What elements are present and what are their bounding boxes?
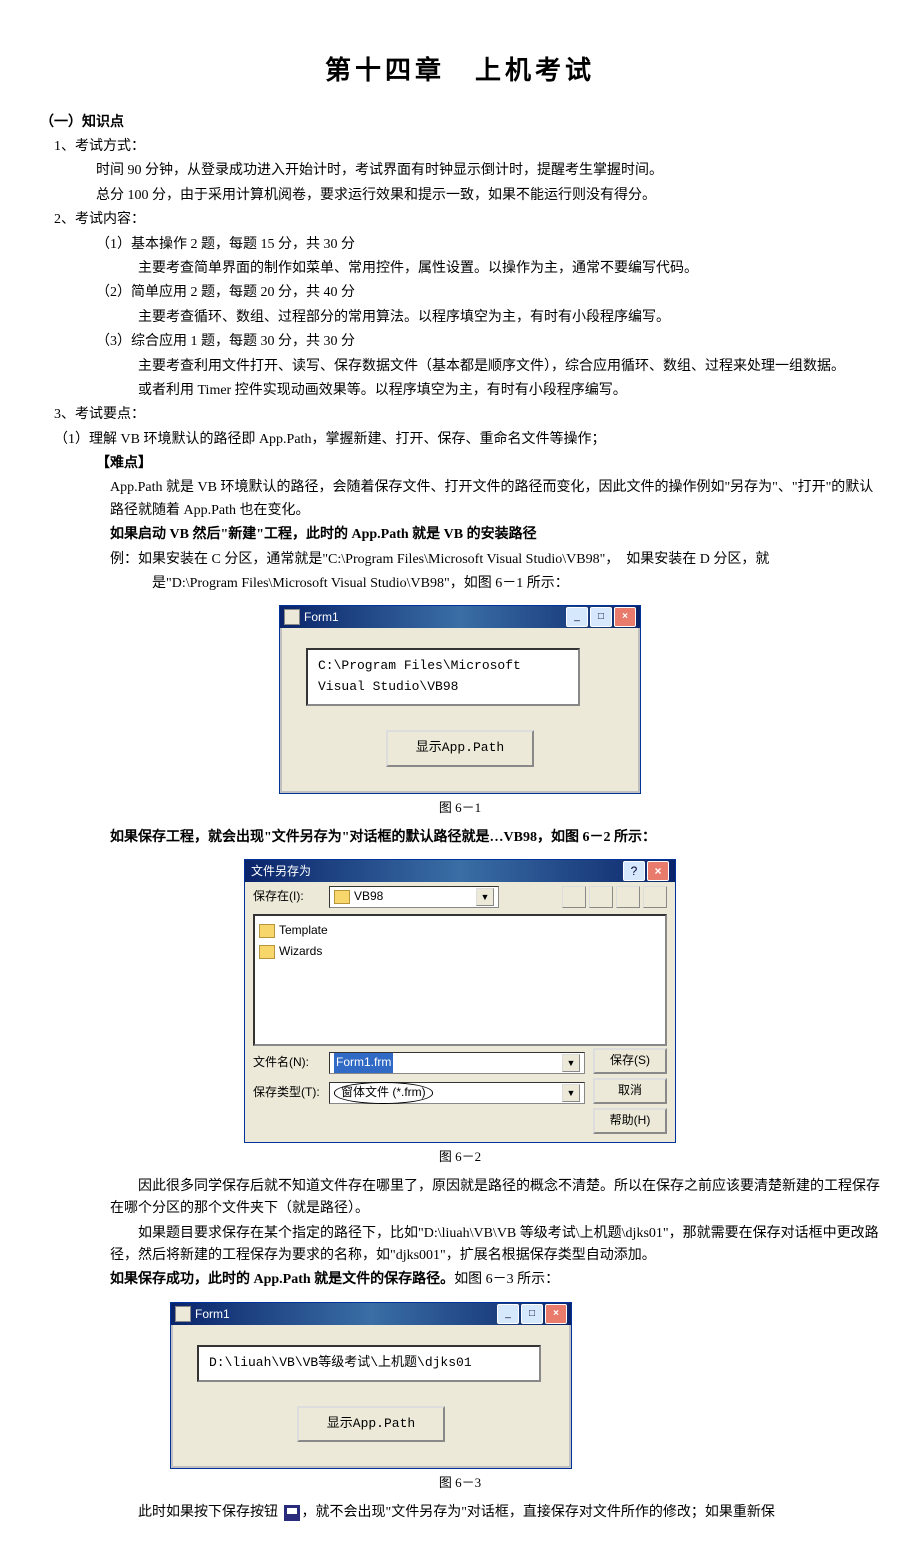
minimize-icon[interactable]: _ bbox=[497, 1304, 519, 1324]
figure-6-3: Form1 _ □ × D:\liuah\VB\VB等级考试\上机题\djks0… bbox=[40, 1302, 880, 1470]
after-fig1-text: 如果保存工程，就会出现"文件另存为"对话框的默认路径就是…VB98，如图 6－2… bbox=[40, 827, 880, 849]
chevron-down-icon[interactable]: ▼ bbox=[562, 1084, 580, 1102]
bold-note-2: 如果保存成功，此时的 App.Path 就是文件的保存路径。如图 6－3 所示： bbox=[40, 1269, 880, 1291]
save-icon bbox=[284, 1505, 300, 1521]
paragraph-after-fig2-1: 因此很多同学保存后就不知道文件存在哪里了，原因就是路径的概念不清楚。所以在保存之… bbox=[40, 1176, 880, 1221]
item-2-sub2-desc: 主要考查循环、数组、过程部分的常用算法。以程序填空为主，有时有小段程序编写。 bbox=[40, 307, 880, 329]
save-button[interactable]: 保存(S) bbox=[593, 1048, 667, 1074]
maximize-icon[interactable]: □ bbox=[521, 1304, 543, 1324]
item-2-sub1: （1）基本操作 2 题，每题 15 分，共 30 分 bbox=[40, 234, 880, 256]
section-1-heading: （一）知识点 bbox=[40, 112, 880, 134]
show-app-path-button[interactable]: 显示App.Path bbox=[297, 1406, 445, 1443]
back-button[interactable] bbox=[562, 886, 586, 908]
filetype-dropdown[interactable]: 窗体文件 (*.frm) ▼ bbox=[329, 1082, 585, 1104]
last-text-b: ，就不会出现"文件另存为"对话框，直接保存对文件所作的修改；如果重新保 bbox=[302, 1505, 775, 1520]
figure-6-2-caption: 图 6－2 bbox=[40, 1147, 880, 1168]
minimize-icon[interactable]: _ bbox=[566, 607, 588, 627]
item-2-sub3-desc-2: 或者利用 Timer 控件实现动画效果等。以程序填空为主，有时有小段程序编写。 bbox=[40, 380, 880, 402]
up-folder-button[interactable] bbox=[589, 886, 613, 908]
example-1a: 例：如果安装在 C 分区，通常就是"C:\Program Files\Micro… bbox=[40, 549, 880, 571]
form-icon bbox=[284, 609, 300, 625]
difficulty-heading: 【难点】 bbox=[40, 453, 880, 475]
last-paragraph: 此时如果按下保存按钮 ，就不会出现"文件另存为"对话框，直接保存对文件所作的修改… bbox=[40, 1502, 880, 1524]
filename-input[interactable]: Form1.frm ▼ bbox=[329, 1052, 585, 1074]
list-item[interactable]: Wizards bbox=[259, 941, 661, 962]
list-item-label: Wizards bbox=[279, 942, 322, 961]
figure-6-3-caption: 图 6－3 bbox=[40, 1473, 880, 1494]
item-2-sub3: （3）综合应用 1 题，每题 30 分，共 30 分 bbox=[40, 331, 880, 353]
item-2-sub3-desc-1: 主要考查利用文件打开、读写、保存数据文件（基本都是顺序文件），综合应用循环、数组… bbox=[40, 356, 880, 378]
filetype-value: 窗体文件 (*.frm) bbox=[334, 1082, 433, 1103]
bold-note-2-tail: 如图 6－3 所示： bbox=[454, 1272, 559, 1287]
textbox-line-1: C:\Program Files\Microsoft bbox=[318, 656, 568, 677]
filetype-label: 保存类型(T): bbox=[253, 1083, 323, 1102]
app-path-textbox[interactable]: D:\liuah\VB\VB等级考试\上机题\djks01 bbox=[197, 1345, 541, 1382]
folder-icon bbox=[259, 945, 275, 959]
close-icon[interactable]: × bbox=[647, 861, 669, 881]
maximize-icon[interactable]: □ bbox=[590, 607, 612, 627]
new-folder-button[interactable] bbox=[616, 886, 640, 908]
app-path-textbox[interactable]: C:\Program Files\Microsoft Visual Studio… bbox=[306, 648, 580, 706]
item-2-sub1-desc: 主要考查简单界面的制作如菜单、常用控件，属性设置。以操作为主，通常不要编写代码。 bbox=[40, 258, 880, 280]
form-icon bbox=[175, 1306, 191, 1322]
list-item-label: Template bbox=[279, 921, 328, 940]
item-2-heading: 2、考试内容： bbox=[40, 209, 880, 231]
figure-6-1-caption: 图 6－1 bbox=[40, 798, 880, 819]
item-1-line-2: 总分 100 分，由于采用计算机阅卷，要求运行效果和提示一致，如果不能运行则没有… bbox=[40, 185, 880, 207]
item-3-line-1: （1）理解 VB 环境默认的路径即 App.Path，掌握新建、打开、保存、重命… bbox=[40, 429, 880, 451]
help-button[interactable]: 帮助(H) bbox=[593, 1108, 667, 1134]
item-3-heading: 3、考试要点： bbox=[40, 404, 880, 426]
help-icon[interactable]: ? bbox=[623, 861, 645, 881]
textbox-line-2: Visual Studio\VB98 bbox=[318, 677, 568, 698]
form1-title: Form1 bbox=[304, 606, 339, 628]
item-1-line-1: 时间 90 分钟，从登录成功进入开始计时，考试界面有时钟显示倒计时，提醒考生掌握… bbox=[40, 160, 880, 182]
folder-icon bbox=[259, 924, 275, 938]
close-icon[interactable]: × bbox=[614, 607, 636, 627]
form3-titlebar[interactable]: Form1 _ □ × bbox=[171, 1303, 571, 1325]
figure-6-2: 文件另存为 ? × 保存在(I): VB98 ▼ Templa bbox=[40, 859, 880, 1143]
saveas-titlebar[interactable]: 文件另存为 ? × bbox=[245, 860, 675, 882]
save-in-label: 保存在(I): bbox=[253, 887, 323, 906]
filename-value: Form1.frm bbox=[334, 1053, 393, 1072]
last-text-a: 此时如果按下保存按钮 bbox=[138, 1505, 282, 1520]
saveas-title: 文件另存为 bbox=[251, 860, 311, 882]
folder-icon bbox=[334, 890, 350, 904]
form1-titlebar[interactable]: Form1 _ □ × bbox=[280, 606, 640, 628]
chevron-down-icon[interactable]: ▼ bbox=[476, 888, 494, 906]
bold-note-2-strong: 如果保存成功，此时的 App.Path 就是文件的保存路径。 bbox=[110, 1272, 454, 1287]
example-1b: 是"D:\Program Files\Microsoft Visual Stud… bbox=[40, 573, 880, 595]
form3-title: Form1 bbox=[195, 1303, 230, 1325]
show-app-path-button[interactable]: 显示App.Path bbox=[386, 730, 534, 767]
view-menu-button[interactable] bbox=[643, 886, 667, 908]
cancel-button[interactable]: 取消 bbox=[593, 1078, 667, 1104]
difficulty-para-1: App.Path 就是 VB 环境默认的路径，会随着保存文件、打开文件的路径而变… bbox=[40, 477, 880, 522]
save-in-dropdown[interactable]: VB98 ▼ bbox=[329, 886, 499, 908]
filename-label: 文件名(N): bbox=[253, 1053, 323, 1072]
save-in-value: VB98 bbox=[354, 887, 383, 906]
bold-note-1: 如果启动 VB 然后"新建"工程，此时的 App.Path 就是 VB 的安装路… bbox=[40, 524, 880, 546]
chapter-title: 第十四章 上机考试 bbox=[40, 50, 880, 92]
chevron-down-icon[interactable]: ▼ bbox=[562, 1054, 580, 1072]
close-icon[interactable]: × bbox=[545, 1304, 567, 1324]
item-1-heading: 1、考试方式： bbox=[40, 136, 880, 158]
textbox-line: D:\liuah\VB\VB等级考试\上机题\djks01 bbox=[209, 1353, 529, 1374]
file-list-area[interactable]: Template Wizards bbox=[253, 914, 667, 1046]
paragraph-after-fig2-2: 如果题目要求保存在某个指定的路径下，比如"D:\liuah\VB\VB 等级考试… bbox=[40, 1223, 880, 1268]
list-item[interactable]: Template bbox=[259, 920, 661, 941]
figure-6-1: Form1 _ □ × C:\Program Files\Microsoft V… bbox=[40, 605, 880, 793]
item-2-sub2: （2）简单应用 2 题，每题 20 分，共 40 分 bbox=[40, 282, 880, 304]
